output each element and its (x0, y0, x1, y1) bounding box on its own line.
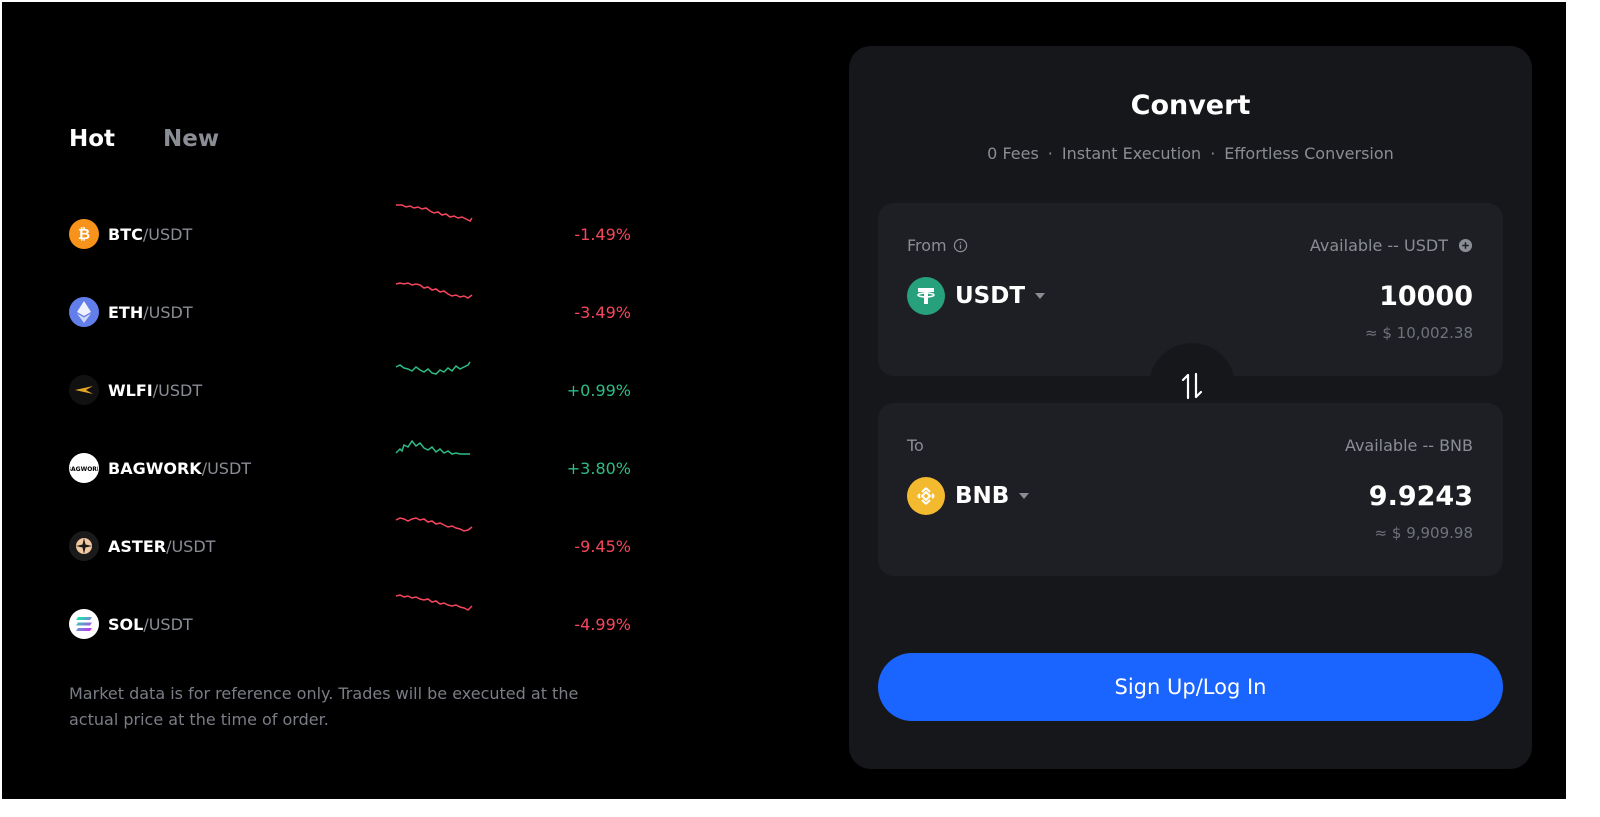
price-change: -4.99% (574, 614, 631, 634)
market-row-sol[interactable]: SOL/USDT -4.99% (69, 585, 649, 663)
svg-text:BAGWORK: BAGWORK (70, 466, 98, 473)
to-label-group: To (907, 436, 924, 455)
tab-new[interactable]: New (163, 123, 219, 155)
from-token-selector[interactable]: USDT (907, 277, 1046, 315)
market-disclaimer: Market data is for reference only. Trade… (69, 684, 579, 729)
from-label: From (907, 236, 947, 255)
signup-login-button[interactable]: Sign Up/Log In (878, 653, 1503, 721)
sparkline-chart (395, 594, 473, 611)
sparkline-chart (395, 361, 471, 375)
tether-icon (907, 277, 945, 315)
ethereum-icon (69, 297, 99, 327)
market-row-bagwork[interactable]: BAGWORK BAGWORK/USDT +3.80% (69, 429, 649, 507)
to-available: Available -- BNB (1345, 436, 1473, 455)
pair-base: SOL (108, 614, 144, 634)
page-frame: Hot New ₿ BTC/USDT -1.49% ETH/USDT -3.49… (2, 2, 1566, 799)
price-change: -9.45% (574, 536, 631, 556)
sparkline-chart (396, 204, 473, 222)
bnb-icon (907, 477, 945, 515)
pair-label: BAGWORK/USDT (108, 459, 251, 478)
pair-base: WLFI (108, 380, 153, 400)
chevron-down-icon (1035, 293, 1046, 299)
from-label-group: From (907, 236, 968, 255)
wlfi-icon (69, 375, 99, 405)
sparkline-chart (395, 282, 473, 299)
market-list: ₿ BTC/USDT -1.49% ETH/USDT -3.49% WLFI/U… (69, 195, 649, 663)
to-available-text: Available -- BNB (1344, 436, 1473, 455)
to-token-name: BNB (955, 483, 1010, 509)
pair-quote: USDT (171, 536, 216, 556)
to-approx-value: ≈ $ 9,909.98 (1374, 524, 1473, 542)
pair-quote: USDT (207, 458, 252, 478)
pair-label: WLFI/USDT (108, 381, 202, 400)
market-row-wlfi[interactable]: WLFI/USDT +0.99% (69, 351, 649, 429)
pair-quote: USDT (158, 380, 203, 400)
add-funds-icon[interactable] (1458, 238, 1473, 253)
chevron-down-icon (1019, 493, 1030, 499)
price-change: +3.80% (566, 458, 631, 478)
pair-base: ASTER (108, 536, 167, 556)
price-change: -3.49% (574, 302, 631, 322)
pair-base: ETH (108, 302, 144, 322)
pair-label: ASTER/USDT (108, 537, 215, 556)
feature-effortless: Effortless Conversion (1224, 144, 1394, 163)
market-row-eth[interactable]: ETH/USDT -3.49% (69, 273, 649, 351)
to-label: To (907, 436, 924, 455)
pair-quote: USDT (148, 224, 193, 244)
sparkline-chart (395, 439, 470, 455)
swap-arrows-icon (1181, 372, 1203, 400)
market-tabs: Hot New (69, 123, 219, 155)
svg-text:₿: ₿ (78, 225, 90, 243)
convert-features: 0 Fees · Instant Execution · Effortless Conv… (849, 144, 1532, 163)
aster-icon (69, 531, 99, 561)
feature-dot: · (1047, 144, 1053, 163)
info-icon[interactable] (953, 238, 968, 253)
pair-label: ETH/USDT (108, 303, 193, 322)
to-token-selector[interactable]: BNB (907, 477, 1030, 515)
pair-quote: USDT (148, 302, 193, 322)
convert-title: Convert (1130, 90, 1251, 121)
feature-fees: 0 Fees (987, 144, 1039, 163)
convert-panel: Convert 0 Fees · Instant Execution · Effortl… (849, 46, 1532, 769)
from-amount-input[interactable] (1173, 281, 1473, 312)
from-approx-value: ≈ $ 10,002.38 (1365, 324, 1473, 342)
from-available-text: Available -- USDT (1309, 236, 1448, 255)
tab-hot[interactable]: Hot (69, 123, 115, 155)
price-change: +0.99% (566, 380, 631, 400)
bagwork-icon: BAGWORK (69, 453, 99, 483)
to-box: To Available -- BNB BNB ≈ $ 9,909.98 (878, 403, 1503, 576)
solana-icon (69, 609, 99, 639)
from-token-name: USDT (955, 283, 1026, 309)
feature-instant: Instant Execution (1061, 144, 1202, 163)
to-amount-input[interactable] (1173, 481, 1473, 512)
sparkline-chart (395, 517, 473, 532)
pair-quote: USDT (148, 614, 193, 634)
market-row-btc[interactable]: ₿ BTC/USDT -1.49% (69, 195, 649, 273)
price-change: -1.49% (574, 224, 631, 244)
feature-dot: · (1210, 144, 1216, 163)
pair-base: BTC (108, 224, 143, 244)
pair-label: BTC/USDT (108, 225, 192, 244)
pair-label: SOL/USDT (108, 615, 193, 634)
market-row-aster[interactable]: ASTER/USDT -9.45% (69, 507, 649, 585)
from-available: Available -- USDT (1310, 236, 1473, 255)
pair-base: BAGWORK (108, 458, 202, 478)
bitcoin-icon: ₿ (69, 219, 99, 249)
